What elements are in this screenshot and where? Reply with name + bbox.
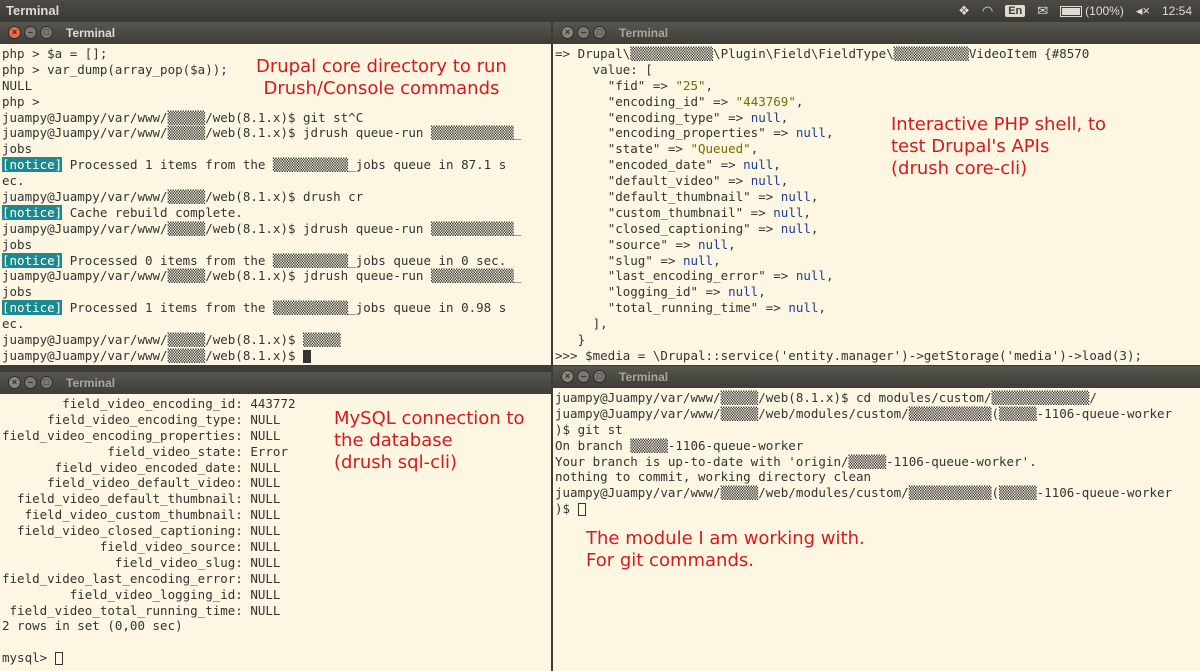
terminal-line: [notice] Processed 1 items from the ▒▒▒▒… (2, 300, 507, 316)
window-title: Terminal (66, 376, 116, 390)
terminal-line: Your branch is up-to-date with 'origin/▒… (555, 453, 1037, 469)
battery-indicator[interactable]: (100%) (1060, 4, 1124, 18)
window-titlebar[interactable]: × – □ Terminal (0, 372, 551, 394)
terminal-line: )$ git st (555, 421, 623, 437)
maximize-icon[interactable]: □ (40, 376, 53, 389)
terminal-line: [notice] Cache rebuild complete. (2, 204, 243, 220)
terminal-line: "encoding_id" => "443769", (607, 93, 804, 109)
terminal-line: value: [ (555, 61, 653, 77)
mail-icon[interactable]: ✉ (1037, 3, 1048, 19)
notice-badge: [notice] (2, 252, 63, 268)
terminal-line: juampy@Juampy/var/www/▒▒▒▒▒/web(8.1.x)$ … (2, 125, 522, 141)
annotation-mysql: MySQL connection to the database (drush … (334, 408, 525, 473)
battery-percent: (100%) (1085, 4, 1124, 18)
annotation-php-shell: Interactive PHP shell, to test Drupal's … (891, 114, 1107, 179)
terminal-line: field_video_total_running_time: NULL (2, 602, 281, 618)
terminal-line: "total_running_time" => null, (607, 300, 826, 316)
notice-badge: [notice] (2, 300, 63, 316)
terminal-line: "closed_captioning" => null, (607, 220, 819, 236)
notice-badge: [notice] (2, 204, 63, 220)
terminal-line: juampy@Juampy/var/www/▒▒▒▒▒/web(8.1.x)$ … (2, 332, 341, 348)
terminal-line: jobs (2, 284, 33, 300)
volume-muted-icon[interactable]: ◂× (1136, 3, 1150, 19)
terminal-line: "last_encoding_error" => null, (607, 268, 834, 284)
terminal-line: field_video_default_video: NULL (2, 475, 281, 491)
minimize-icon[interactable]: – (577, 26, 590, 39)
terminal-line: juampy@Juampy/var/www/▒▒▒▒▒/web(8.1.x)$ … (2, 189, 364, 205)
window-titlebar[interactable]: × – □ Terminal (553, 22, 1200, 44)
terminal-line: juampy@Juampy/var/www/▒▒▒▒▒/web(8.1.x)$ … (555, 390, 1097, 405)
top-panel: Terminal ❖ ◠ En ✉ (100%) ◂× 12:54 (0, 0, 1200, 22)
terminal-line: "custom_thumbnail" => null, (607, 204, 811, 220)
terminal-line: >>> $media = \Drupal::service('entity.ma… (555, 347, 1142, 363)
terminal-output[interactable]: => Drupal\▒▒▒▒▒▒▒▒▒▒▒\Plugin\Field\Field… (553, 44, 1200, 365)
terminal-line: juampy@Juampy/var/www/▒▒▒▒▒/web(8.1.x)$ (2, 348, 551, 364)
system-tray: ❖ ◠ En ✉ (100%) ◂× 12:54 (958, 2, 1192, 20)
dropbox-icon[interactable]: ❖ (958, 3, 970, 19)
terminal-window-php-shell[interactable]: × – □ Terminal => Drupal\▒▒▒▒▒▒▒▒▒▒▒\Plu… (553, 22, 1200, 365)
terminal-line: field_video_last_encoding_error: NULL (2, 570, 281, 586)
terminal-line: )$ (555, 501, 1200, 517)
terminal-line: "logging_id" => null, (607, 284, 766, 300)
terminal-line: => Drupal\▒▒▒▒▒▒▒▒▒▒▒\Plugin\Field\Field… (555, 46, 1090, 61)
terminal-window-mysql[interactable]: × – □ Terminal field_video_encoding_id: … (0, 372, 551, 671)
terminal-line: [notice] Processed 1 items from the ▒▒▒▒… (2, 157, 507, 173)
terminal-line: juampy@Juampy/var/www/▒▒▒▒▒/web(8.1.x)$ … (2, 109, 364, 125)
maximize-icon[interactable]: □ (593, 370, 606, 383)
terminal-line: juampy@Juampy/var/www/▒▒▒▒▒/web(8.1.x)$ … (2, 220, 522, 236)
terminal-line: ], (555, 316, 608, 332)
terminal-line: juampy@Juampy/var/www/▒▒▒▒▒/web/modules/… (555, 485, 1173, 501)
annotation-drush: Drupal core directory to run Drush/Conso… (256, 56, 507, 99)
close-icon[interactable]: × (8, 26, 21, 39)
keyboard-layout-indicator[interactable]: En (1005, 5, 1026, 17)
panel-app-title: Terminal (6, 3, 60, 18)
terminal-line: [notice] Processed 0 items from the ▒▒▒▒… (2, 252, 507, 268)
terminal-line: field_video_logging_id: NULL (2, 586, 281, 602)
terminal-line: juampy@Juampy/var/www/▒▒▒▒▒/web(8.1.x)$ … (2, 268, 522, 284)
window-titlebar[interactable]: × – □ Terminal (0, 22, 551, 44)
terminal-cursor (577, 503, 586, 517)
terminal-line: field_video_custom_thumbnail: NULL (2, 507, 281, 523)
terminal-cursor (54, 652, 63, 666)
clock[interactable]: 12:54 (1162, 4, 1192, 18)
terminal-line: nothing to commit, working directory cle… (555, 469, 872, 485)
maximize-icon[interactable]: □ (40, 26, 53, 39)
window-title: Terminal (619, 26, 669, 40)
terminal-line: On branch ▒▒▒▒▒-1106-queue-worker (555, 437, 804, 453)
terminal-window-git[interactable]: × – □ Terminal juampy@Juampy/var/www/▒▒▒… (553, 366, 1200, 671)
terminal-line: "fid" => "25", (607, 77, 714, 93)
close-icon[interactable]: × (561, 26, 574, 39)
terminal-line: juampy@Juampy/var/www/▒▒▒▒▒/web/modules/… (555, 405, 1173, 421)
wifi-icon[interactable]: ◠ (982, 3, 993, 19)
minimize-icon[interactable]: – (24, 376, 37, 389)
window-title: Terminal (619, 370, 669, 384)
minimize-icon[interactable]: – (24, 26, 37, 39)
terminal-line: "slug" => null, (607, 252, 721, 268)
terminal-line: "default_thumbnail" => null, (607, 189, 819, 205)
window-titlebar[interactable]: × – □ Terminal (553, 366, 1200, 388)
terminal-line: jobs (2, 236, 33, 252)
maximize-icon[interactable]: □ (593, 26, 606, 39)
terminal-line: field_video_closed_captioning: NULL (2, 523, 281, 539)
close-icon[interactable]: × (8, 376, 21, 389)
battery-icon (1060, 6, 1083, 18)
close-icon[interactable]: × (561, 370, 574, 383)
terminal-line: field_video_slug: NULL (2, 554, 281, 570)
terminal-line: "source" => null, (607, 236, 736, 252)
terminal-line: 2 rows in set (0,00 sec) (2, 618, 183, 634)
annotation-git: The module I am working with. For git co… (586, 528, 865, 571)
terminal-line: mysql> (2, 650, 551, 666)
notice-badge: [notice] (2, 157, 63, 173)
terminal-line: field_video_source: NULL (2, 539, 281, 555)
minimize-icon[interactable]: – (577, 370, 590, 383)
terminal-line: } (555, 332, 586, 348)
terminal-line: ec. (2, 173, 25, 189)
terminal-cursor (303, 349, 312, 363)
terminal-window-drush[interactable]: × – □ Terminal php > $a = []; php > var_d… (0, 22, 551, 365)
window-title: Terminal (66, 26, 116, 40)
terminal-line: jobs (2, 141, 33, 157)
terminal-line: field_video_default_thumbnail: NULL (2, 491, 281, 507)
terminal-line: ec. (2, 316, 25, 332)
